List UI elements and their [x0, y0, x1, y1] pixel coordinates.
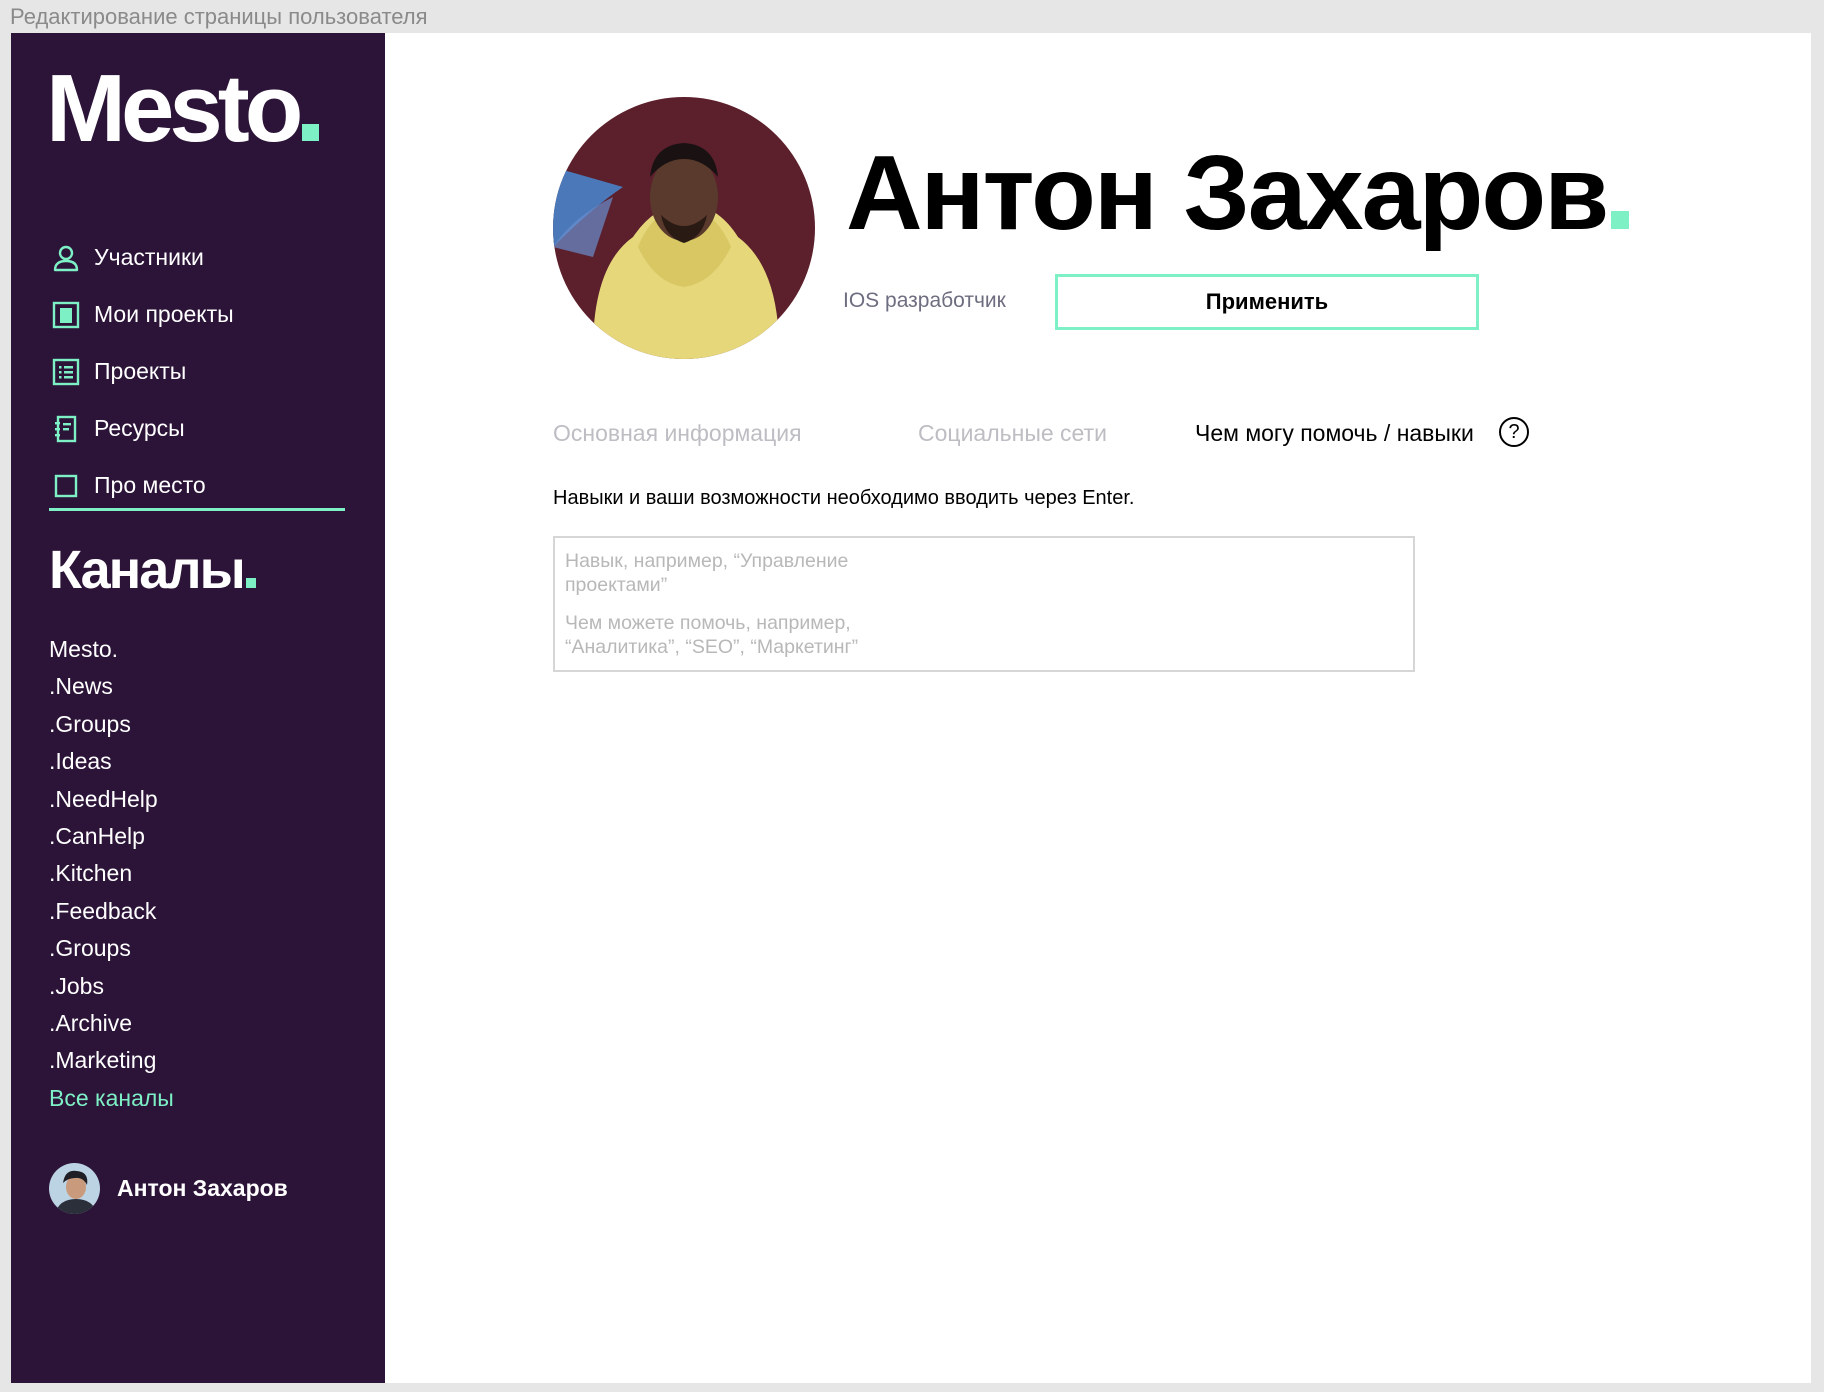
profile-photo[interactable]: [553, 97, 815, 359]
skills-input-box: [553, 536, 1415, 672]
notebook-icon: [51, 414, 81, 444]
sidebar-item-projects[interactable]: Проекты: [51, 343, 351, 400]
all-channels-link[interactable]: Все каналы: [49, 1080, 174, 1117]
sidebar-item-my-projects[interactable]: Мои проекты: [51, 286, 351, 343]
square-icon: [51, 471, 81, 501]
sidebar-item-about[interactable]: Про место: [51, 457, 351, 514]
tab-skills[interactable]: Чем могу помочь / навыки: [1195, 420, 1474, 447]
current-user[interactable]: Антон Захаров: [49, 1163, 288, 1214]
sidebar-item-label: Проекты: [94, 358, 187, 384]
avatar: [49, 1163, 100, 1214]
channel-link[interactable]: .Groups: [49, 706, 174, 743]
channel-link[interactable]: .Ideas: [49, 743, 174, 780]
list-icon: [51, 357, 81, 387]
window-title: Редактирование страницы пользователя: [10, 4, 428, 29]
channels-heading: Каналы: [49, 543, 256, 597]
skill-input[interactable]: [565, 549, 905, 599]
profile-name-text: Антон Захаров: [846, 134, 1609, 252]
profile-name-accent-dot: [1611, 211, 1630, 229]
sidebar-item-label: Ресурсы: [94, 415, 185, 441]
channel-link[interactable]: .News: [49, 668, 174, 705]
current-user-name: Антон Захаров: [117, 1175, 288, 1201]
channel-link[interactable]: Mesto.: [49, 631, 174, 668]
channel-link[interactable]: .Marketing: [49, 1042, 174, 1079]
channel-link[interactable]: .Archive: [49, 1005, 174, 1042]
apply-button[interactable]: Применить: [1055, 274, 1479, 330]
channel-link[interactable]: .Groups: [49, 930, 174, 967]
channel-link[interactable]: .Feedback: [49, 893, 174, 930]
logo-text: Mesto: [46, 55, 303, 162]
sidebar-item-label: Участники: [94, 244, 204, 270]
channels-accent-dot: [245, 578, 256, 588]
sidebar: Mesto Участники Мои проекты Проекты Ресу…: [11, 33, 385, 1383]
sidebar-item-label: Мои проекты: [94, 301, 234, 327]
sidebar-divider: [49, 508, 345, 511]
sidebar-nav: Участники Мои проекты Проекты Ресурсы Пр…: [51, 229, 351, 514]
tab-social-networks[interactable]: Социальные сети: [918, 420, 1107, 447]
profile-role: IOS разработчик: [843, 289, 1006, 312]
sidebar-item-resources[interactable]: Ресурсы: [51, 400, 351, 457]
channel-link[interactable]: .CanHelp: [49, 818, 174, 855]
logo-accent-dot: [302, 124, 320, 141]
help-icon[interactable]: ?: [1499, 417, 1529, 447]
channel-list: Mesto. .News .Groups .Ideas .NeedHelp .C…: [49, 631, 174, 1117]
sidebar-item-label: Про место: [94, 472, 206, 498]
skills-hint: Навыки и ваши возможности необходимо вво…: [553, 487, 1135, 509]
channel-link[interactable]: .NeedHelp: [49, 781, 174, 818]
channels-heading-text: Каналы: [49, 540, 246, 600]
channel-link[interactable]: .Kitchen: [49, 855, 174, 892]
profile-name: Антон Захаров: [846, 130, 1630, 257]
user-icon: [51, 243, 81, 273]
folder-icon: [51, 300, 81, 330]
channel-link[interactable]: .Jobs: [49, 968, 174, 1005]
app-frame: Mesto Участники Мои проекты Проекты Ресу…: [11, 33, 1813, 1383]
help-input[interactable]: [565, 611, 905, 661]
frame-edge: [1811, 33, 1813, 1383]
sidebar-item-participants[interactable]: Участники: [51, 229, 351, 286]
mesto-logo[interactable]: Mesto: [46, 61, 320, 157]
tab-basic-info[interactable]: Основная информация: [553, 420, 802, 447]
